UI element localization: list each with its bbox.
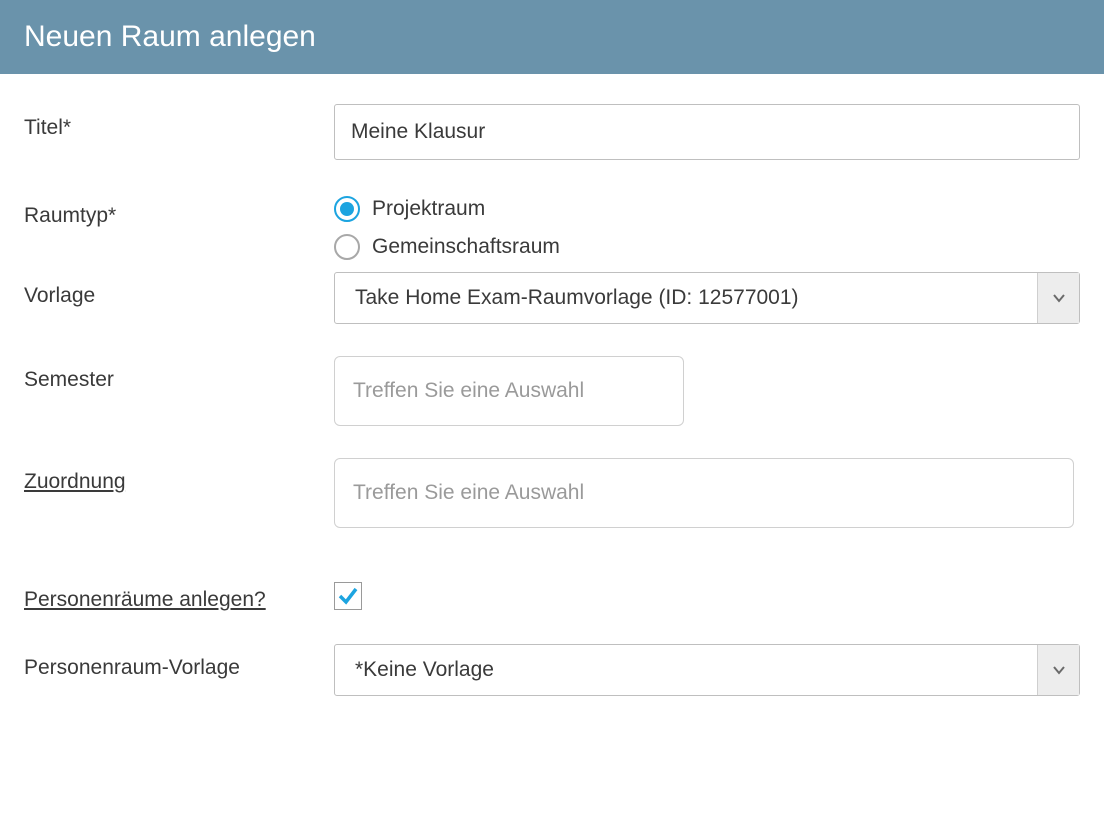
vorlage-selected-text: Take Home Exam-Raumvorlage (ID: 12577001… xyxy=(335,286,1037,310)
row-titel: Titel* xyxy=(24,104,1080,160)
radio-label-projektraum: Projektraum xyxy=(372,197,485,221)
field-vorlage: Take Home Exam-Raumvorlage (ID: 12577001… xyxy=(334,272,1080,324)
label-vorlage: Vorlage xyxy=(24,272,334,308)
field-personenraum-vorlage: *Keine Vorlage xyxy=(334,644,1080,696)
row-personenraum-vorlage: Personenraum-Vorlage *Keine Vorlage xyxy=(24,644,1080,696)
field-titel xyxy=(334,104,1080,160)
row-semester: Semester Treffen Sie eine Auswahl xyxy=(24,356,1080,426)
dialog-header: Neuen Raum anlegen xyxy=(0,0,1104,74)
field-raumtyp: Projektraum Gemeinschaftsraum xyxy=(334,192,1080,260)
row-personenraeume: Personenräume anlegen? xyxy=(24,576,1080,612)
label-semester: Semester xyxy=(24,356,334,392)
semester-select[interactable]: Treffen Sie eine Auswahl xyxy=(334,356,684,426)
zuordnung-select[interactable]: Treffen Sie eine Auswahl xyxy=(334,458,1074,528)
personenraum-vorlage-selected-text: *Keine Vorlage xyxy=(335,658,1037,682)
personenraum-vorlage-dropdown-button[interactable] xyxy=(1037,645,1079,695)
semester-placeholder: Treffen Sie eine Auswahl xyxy=(353,379,584,403)
label-titel: Titel* xyxy=(24,104,334,140)
vorlage-select[interactable]: Take Home Exam-Raumvorlage (ID: 12577001… xyxy=(334,272,1080,324)
label-personenraeume: Personenräume anlegen? xyxy=(24,576,334,612)
dialog-title: Neuen Raum anlegen xyxy=(24,20,316,53)
label-personenraum-vorlage: Personenraum-Vorlage xyxy=(24,644,334,680)
chevron-down-icon xyxy=(1052,291,1066,305)
personenraeume-checkbox[interactable] xyxy=(334,582,362,610)
label-raumtyp: Raumtyp* xyxy=(24,192,334,228)
label-zuordnung: Zuordnung xyxy=(24,458,334,494)
row-vorlage: Vorlage Take Home Exam-Raumvorlage (ID: … xyxy=(24,272,1080,324)
radio-label-gemeinschaftsraum: Gemeinschaftsraum xyxy=(372,235,560,259)
field-semester: Treffen Sie eine Auswahl xyxy=(334,356,1080,426)
checkmark-icon xyxy=(337,585,359,607)
radio-icon xyxy=(334,196,360,222)
zuordnung-placeholder: Treffen Sie eine Auswahl xyxy=(353,481,584,505)
raumtyp-radio-group: Projektraum Gemeinschaftsraum xyxy=(334,192,1080,260)
radio-gemeinschaftsraum[interactable]: Gemeinschaftsraum xyxy=(334,234,1080,260)
create-room-form: Titel* Raumtyp* Projektraum Gemeinschaft… xyxy=(0,74,1104,726)
field-zuordnung: Treffen Sie eine Auswahl xyxy=(334,458,1080,528)
vorlage-dropdown-button[interactable] xyxy=(1037,273,1079,323)
titel-input[interactable] xyxy=(334,104,1080,160)
field-personenraeume xyxy=(334,576,1080,610)
row-zuordnung: Zuordnung Treffen Sie eine Auswahl xyxy=(24,458,1080,528)
radio-projektraum[interactable]: Projektraum xyxy=(334,196,1080,222)
row-raumtyp: Raumtyp* Projektraum Gemeinschaftsraum xyxy=(24,192,1080,260)
personenraum-vorlage-select[interactable]: *Keine Vorlage xyxy=(334,644,1080,696)
chevron-down-icon xyxy=(1052,663,1066,677)
radio-icon xyxy=(334,234,360,260)
